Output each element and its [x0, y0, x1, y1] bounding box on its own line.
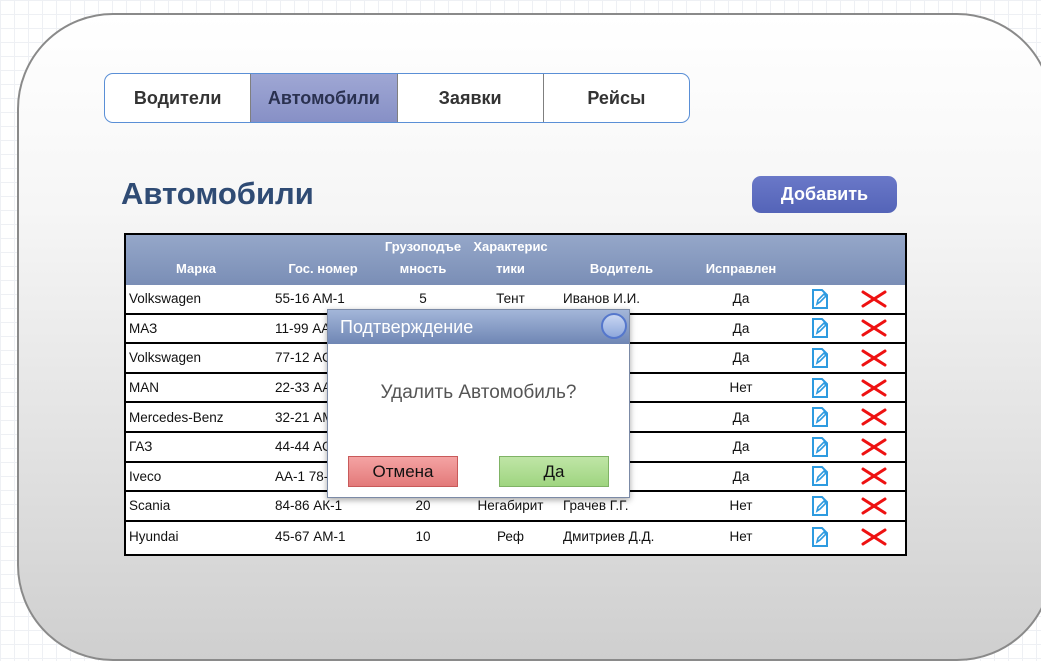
edit-icon[interactable] [811, 436, 829, 457]
edit-icon[interactable] [811, 288, 829, 309]
cell-serviceable: Да [732, 350, 750, 366]
delete-icon[interactable] [861, 528, 887, 546]
header-capacity-line1: Грузоподъе [384, 239, 462, 254]
edit-cell [797, 407, 842, 428]
cell-capacity: 5 [419, 291, 427, 307]
edit-icon[interactable] [811, 377, 829, 398]
delete-icon[interactable] [861, 467, 887, 485]
cell-capacity: 20 [415, 498, 431, 514]
cell-serviceable: Да [732, 439, 750, 455]
cell-serviceable: Да [732, 291, 750, 307]
cell-driver: Дмитриев Д.Д. [563, 529, 655, 545]
delete-cell [842, 438, 905, 456]
header-characteristics: Характерис тики [463, 235, 558, 285]
cell-plate: 45-67 АМ-1 [275, 529, 346, 545]
page-title: Автомобили [121, 176, 314, 211]
delete-icon[interactable] [861, 290, 887, 308]
delete-icon[interactable] [861, 408, 887, 426]
edit-icon[interactable] [811, 495, 829, 516]
delete-cell [842, 497, 905, 515]
header-delete-spacer [842, 235, 905, 285]
edit-cell [797, 347, 842, 368]
delete-icon[interactable] [861, 319, 887, 337]
cell-serviceable: Да [732, 468, 750, 484]
edit-cell [797, 288, 842, 309]
close-icon[interactable] [601, 313, 627, 339]
header-edit-spacer [797, 235, 842, 285]
delete-icon[interactable] [861, 379, 887, 397]
cell-brand: МАЗ [129, 320, 158, 336]
delete-icon[interactable] [861, 349, 887, 367]
confirm-dialog: Подтверждение Удалить Автомобиль? Отмена… [327, 309, 630, 498]
header-capacity: Грузоподъе мность [383, 235, 463, 285]
cell-characteristics: Реф [496, 529, 525, 545]
tab-trips[interactable]: Рейсы [544, 74, 689, 122]
cell-brand: Volkswagen [129, 291, 202, 307]
nav-tabs: Водители Автомобили Заявки Рейсы [104, 73, 690, 123]
edit-icon[interactable] [811, 466, 829, 487]
edit-cell [797, 495, 842, 516]
cell-capacity: 10 [415, 529, 431, 545]
confirm-button[interactable]: Да [499, 456, 609, 487]
delete-icon[interactable] [861, 497, 887, 515]
delete-cell [842, 467, 905, 485]
cancel-button[interactable]: Отмена [348, 456, 458, 487]
edit-icon[interactable] [811, 318, 829, 339]
cell-plate: 84-86 АК-1 [275, 498, 343, 514]
cell-serviceable: Нет [729, 529, 753, 545]
delete-cell [842, 319, 905, 337]
cell-brand: ГАЗ [129, 439, 153, 455]
header-driver: Водитель [589, 261, 654, 276]
edit-cell [797, 436, 842, 457]
table-header: Марка Гос. номер Грузоподъе мность Харак… [126, 235, 905, 285]
dialog-message: Удалить Автомобиль? [380, 382, 577, 403]
cell-characteristics: Тент [496, 291, 525, 307]
cell-brand: Hyundai [129, 529, 179, 545]
cell-serviceable: Да [732, 320, 750, 336]
header-serviceable: Исправлен [705, 261, 777, 276]
delete-cell [842, 528, 905, 546]
header-brand: Марка [176, 261, 216, 276]
cell-driver: Иванов И.И. [563, 291, 641, 307]
edit-cell [797, 377, 842, 398]
edit-icon[interactable] [811, 407, 829, 428]
dialog-title: Подтверждение [340, 316, 474, 337]
edit-cell [797, 318, 842, 339]
cell-brand: Scania [129, 498, 171, 514]
cell-brand: Iveco [129, 468, 162, 484]
header-plate: Гос. номер [288, 261, 358, 276]
edit-cell [797, 466, 842, 487]
header-characteristics-line1: Характерис [473, 239, 548, 254]
edit-icon[interactable] [811, 526, 829, 547]
header-capacity-line2: мность [399, 261, 447, 276]
dialog-header: Подтверждение [328, 310, 629, 344]
delete-cell [842, 349, 905, 367]
header-characteristics-line2: тики [496, 261, 525, 276]
cell-serviceable: Да [732, 409, 750, 425]
edit-icon[interactable] [811, 347, 829, 368]
cell-brand: Volkswagen [129, 350, 202, 366]
cell-brand: MAN [129, 380, 159, 396]
cell-brand: Mercedes-Benz [129, 409, 224, 425]
tab-requests[interactable]: Заявки [398, 74, 544, 122]
edit-cell [797, 526, 842, 547]
table-row: Hyundai 45-67 АМ-1 10 Реф Дмитриев Д.Д. Нет [126, 522, 905, 552]
delete-cell [842, 408, 905, 426]
tab-drivers[interactable]: Водители [105, 74, 252, 122]
add-car-button[interactable]: Добавить [752, 176, 897, 213]
delete-icon[interactable] [861, 438, 887, 456]
cell-plate: 55-16 AM-1 [275, 291, 345, 307]
cell-characteristics: Негабирит [477, 498, 544, 514]
delete-cell [842, 379, 905, 397]
cell-driver: Грачев Г.Г. [563, 498, 629, 514]
cell-serviceable: Нет [729, 498, 753, 514]
cell-serviceable: Нет [729, 380, 753, 396]
delete-cell [842, 290, 905, 308]
tab-cars[interactable]: Автомобили [251, 74, 398, 122]
